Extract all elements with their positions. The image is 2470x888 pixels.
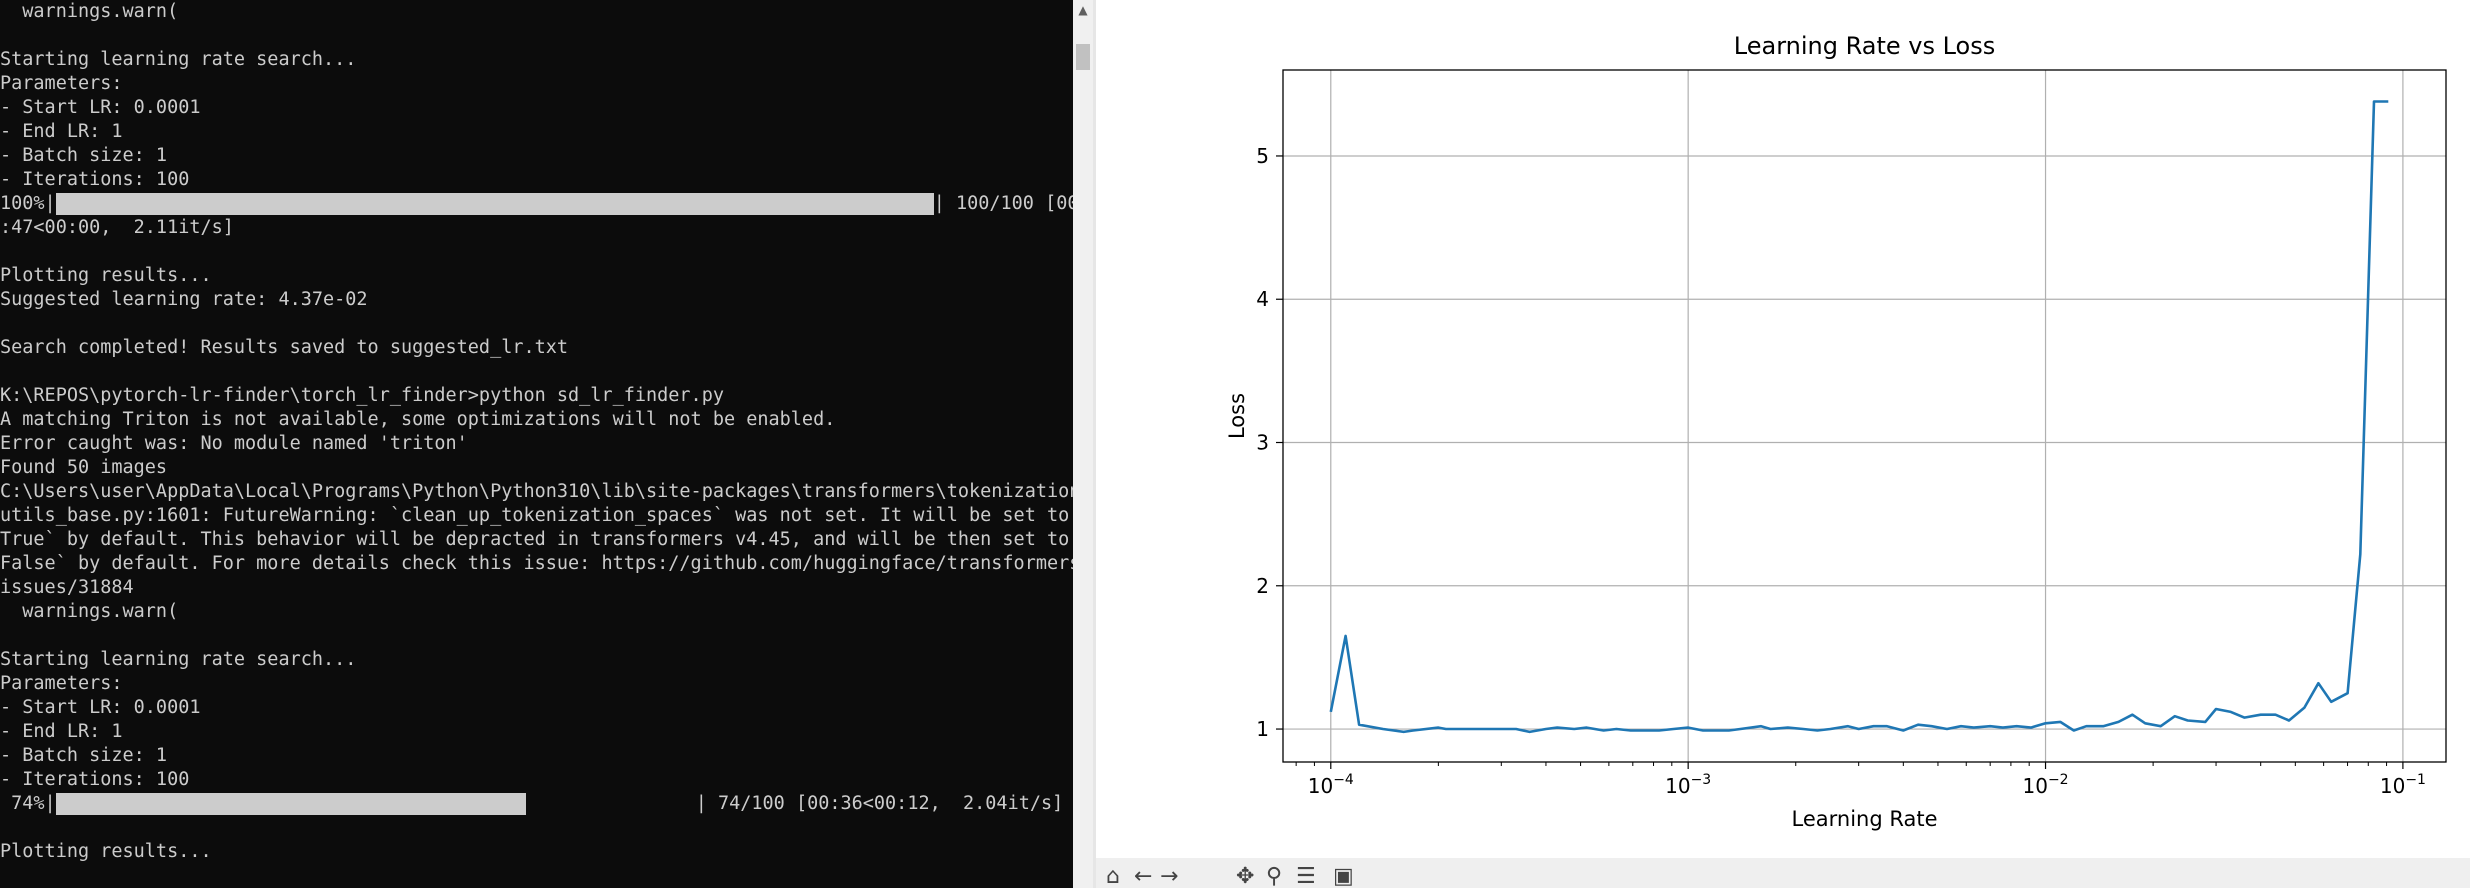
terminal-line: warnings.warn( [0,1,179,22]
progress-status: | 74/100 [00:36<00:12, 2.04it/s] [695,793,1064,814]
terminal-line: - Iterations: 100 [0,169,190,190]
y-tick-label: 5 [1256,144,1269,168]
scroll-up-icon[interactable]: ▲ [1073,0,1093,20]
terminal-line: utils_base.py:1601: FutureWarning: `clea… [0,505,1073,526]
chart-title: Learning Rate vs Loss [1734,32,1995,60]
x-axis-label: Learning Rate [1792,807,1938,831]
terminal-line: Parameters: [0,73,123,94]
y-axis-label: Loss [1225,393,1249,439]
subplots-icon[interactable]: ☰ [1296,866,1316,888]
terminal-output: warnings.warn( Starting learning rate sea… [0,0,1073,864]
x-tick-label-base: 10 [2380,774,2405,798]
terminal-line: Error caught was: No module named 'trito… [0,433,468,454]
forward-icon[interactable]: → [1160,866,1178,888]
terminal-line: Search completed! Results saved to sugge… [0,337,569,358]
terminal-line: - Batch size: 1 [0,145,168,166]
plot-area [1283,70,2446,762]
scrollbar-thumb[interactable] [1076,44,1090,70]
terminal-line: issues/31884 [0,577,134,598]
progress-bar [55,793,696,815]
x-tick-label: 10−4 [1308,772,1354,798]
x-tick-label: 10−1 [2380,772,2426,798]
terminal-line: Plotting results... [0,841,212,862]
terminal-line: warnings.warn( [0,601,179,622]
terminal-line: True` by default. This behavior will be … [0,529,1073,550]
pan-icon[interactable]: ✥ [1236,866,1254,888]
y-tick-label: 2 [1256,574,1269,598]
terminal-line: K:\REPOS\pytorch-lr-finder\torch_lr_find… [0,385,724,406]
terminal-line: Starting learning rate search... [0,649,357,670]
terminal-window[interactable]: warnings.warn( Starting learning rate sea… [0,0,1073,888]
terminal-scrollbar[interactable]: ▲ [1073,0,1093,888]
zoom-icon[interactable]: ⚲ [1266,866,1282,888]
x-tick-label-exponent: −2 [2048,772,2069,788]
x-tick-label-exponent: −1 [2405,772,2426,788]
home-icon[interactable]: ⌂ [1106,866,1120,888]
terminal-line: Suggested learning rate: 4.37e-02 [0,289,368,310]
progress-line: 100%| | 100/100 [00 [0,192,1073,216]
y-tick-label: 4 [1256,287,1269,311]
terminal-line: Found 50 images [0,457,168,478]
x-tick-label-base: 10 [1308,774,1333,798]
terminal-line: - End LR: 1 [0,721,123,742]
y-tick-label: 3 [1256,431,1269,455]
progress-fill [55,193,934,215]
terminal-line: - Iterations: 100 [0,769,190,790]
progress-line: 74%| | 74/100 [00:36<00:12, 2.04it/s] [0,792,1073,816]
plot-window: 10−4 10−3 10−2 10−1 1 2 3 4 5 Learning Rate vs Lo… [1093,0,2470,888]
progress-percent: 74%| [0,793,56,814]
terminal-line: - Batch size: 1 [0,745,168,766]
plot-toolbar: ⌂ ← → ✥ ⚲ ☰ ▣ [1096,858,2470,888]
x-tick-label: 10−3 [1665,772,1711,798]
save-icon[interactable]: ▣ [1333,866,1354,888]
x-tick-label: 10−2 [2022,772,2068,798]
terminal-line: - Start LR: 0.0001 [0,697,201,718]
x-tick-label-exponent: −4 [1333,772,1354,788]
progress-bar [55,193,934,215]
loss-chart: 10−4 10−3 10−2 10−112345Learning Rate vs Lo… [1225,32,2447,831]
x-tick-label-base: 10 [2022,774,2047,798]
terminal-line: :47<00:00, 2.11it/s] [0,217,234,238]
progress-percent: 100%| [0,193,56,214]
terminal-line: Starting learning rate search... [0,49,357,70]
terminal-line: C:\Users\user\AppData\Local\Programs\Pyt… [0,481,1073,502]
terminal-line: A matching Triton is not available, some… [0,409,836,430]
back-icon[interactable]: ← [1134,866,1152,888]
terminal-line: - End LR: 1 [0,121,123,142]
terminal-line: Parameters: [0,673,123,694]
progress-fill [55,793,526,815]
progress-status: | 100/100 [00 [933,193,1073,214]
x-tick-label-base: 10 [1665,774,1690,798]
y-tick-label: 1 [1256,717,1269,741]
x-tick-label-exponent: −3 [1691,772,1712,788]
terminal-line: Plotting results... [0,265,212,286]
terminal-line: False` by default. For more details chec… [0,553,1073,574]
terminal-line: - Start LR: 0.0001 [0,97,201,118]
